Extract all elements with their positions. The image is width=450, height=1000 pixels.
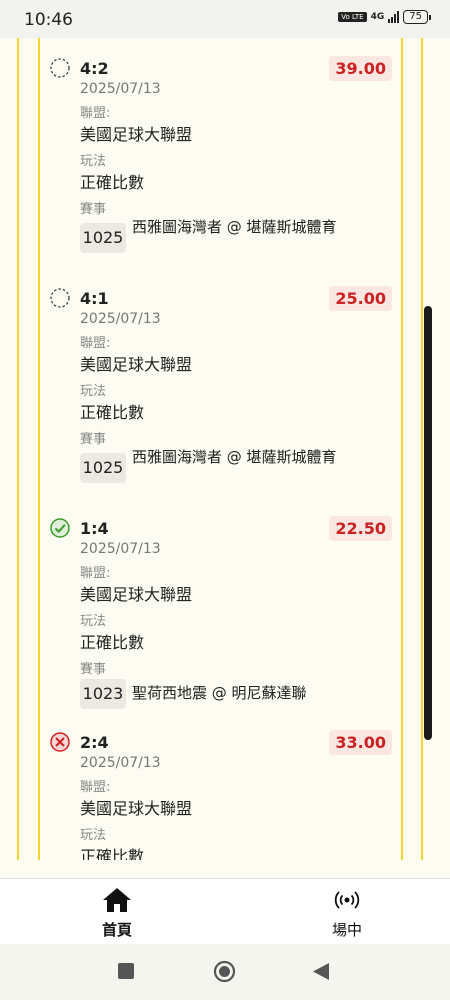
volte-icon: Vo LTE bbox=[338, 12, 367, 22]
back-icon[interactable] bbox=[312, 962, 330, 981]
play-value: 正確比數 bbox=[80, 173, 145, 192]
bet-date: 2025/07/13 bbox=[80, 81, 161, 97]
play-value: 正確比數 bbox=[80, 403, 145, 422]
bet-item[interactable]: 4:2 2025/07/13 39.00 聯盟: 美國足球大聯盟 玩法 正確比數… bbox=[50, 56, 392, 263]
status-time: 10:46 bbox=[24, 10, 73, 30]
bet-date: 2025/07/13 bbox=[80, 755, 161, 771]
x-circle-icon bbox=[50, 732, 70, 752]
battery-icon: 75 bbox=[403, 10, 431, 24]
bet-score: 2:4 bbox=[80, 733, 109, 752]
league-label: 聯盟: bbox=[80, 780, 111, 795]
league-label: 聯盟: bbox=[80, 336, 111, 351]
match-id-badge: 1023 bbox=[80, 679, 126, 709]
bet-score: 1:4 bbox=[80, 519, 109, 538]
signal-icon bbox=[388, 11, 400, 23]
battery-level: 75 bbox=[409, 11, 422, 22]
status-icons: Vo LTE 4G 75 bbox=[338, 10, 431, 24]
bottom-nav: 首頁 場中 bbox=[0, 878, 450, 945]
play-label: 玩法 bbox=[80, 154, 107, 169]
league-value: 美國足球大聯盟 bbox=[80, 799, 193, 818]
play-label: 玩法 bbox=[80, 828, 107, 843]
match-name: 西雅圖海灣者 @ 堪薩斯城體育 bbox=[132, 448, 337, 466]
rail-decoration bbox=[17, 38, 19, 860]
match-name: 西雅圖海灣者 @ 堪薩斯城體育 bbox=[132, 218, 337, 236]
scrollbar[interactable] bbox=[424, 306, 432, 740]
league-label: 聯盟: bbox=[80, 566, 111, 581]
status-bar: 10:46 Vo LTE 4G 75 bbox=[0, 0, 450, 38]
match-name: 聖荷西地震 @ 明尼蘇達聯 bbox=[132, 684, 307, 702]
play-value: 正確比數 bbox=[80, 847, 145, 860]
rail-decoration bbox=[38, 38, 40, 860]
odds-badge: 33.00 bbox=[329, 730, 392, 755]
bet-list: 4:2 2025/07/13 39.00 聯盟: 美國足球大聯盟 玩法 正確比數… bbox=[0, 38, 450, 860]
bet-date: 2025/07/13 bbox=[80, 311, 161, 327]
pending-status-icon bbox=[50, 58, 70, 78]
match-id-badge: 1025 bbox=[80, 223, 126, 253]
odds-badge: 22.50 bbox=[329, 516, 392, 541]
nav-live-label: 場中 bbox=[331, 921, 362, 939]
bet-item[interactable]: 2:4 2025/07/13 33.00 聯盟: 美國足球大聯盟 玩法 正確比數 bbox=[50, 730, 392, 860]
bet-score: 4:1 bbox=[80, 289, 109, 308]
broadcast-icon bbox=[334, 891, 360, 909]
match-label: 賽事 bbox=[80, 432, 107, 447]
league-value: 美國足球大聯盟 bbox=[80, 125, 193, 144]
nav-home[interactable]: 首頁 bbox=[77, 887, 157, 940]
odds-badge: 39.00 bbox=[329, 56, 392, 81]
rail-decoration bbox=[401, 38, 403, 860]
bet-item[interactable]: 1:4 2025/07/13 22.50 聯盟: 美國足球大聯盟 玩法 正確比數… bbox=[50, 516, 392, 709]
home-icon bbox=[103, 888, 131, 912]
home-button-icon[interactable] bbox=[213, 960, 236, 983]
play-label: 玩法 bbox=[80, 384, 107, 399]
pending-status-icon bbox=[50, 288, 70, 308]
league-value: 美國足球大聯盟 bbox=[80, 585, 193, 604]
odds-badge: 25.00 bbox=[329, 286, 392, 311]
league-value: 美國足球大聯盟 bbox=[80, 355, 193, 374]
check-circle-icon bbox=[50, 518, 70, 538]
system-nav-bar bbox=[0, 944, 450, 1000]
recents-icon[interactable] bbox=[117, 962, 135, 980]
network-type: 4G bbox=[370, 12, 385, 22]
bet-item[interactable]: 4:1 2025/07/13 25.00 聯盟: 美國足球大聯盟 玩法 正確比數… bbox=[50, 286, 392, 493]
play-label: 玩法 bbox=[80, 614, 107, 629]
bet-score: 4:2 bbox=[80, 59, 109, 78]
match-label: 賽事 bbox=[80, 202, 107, 217]
bet-date: 2025/07/13 bbox=[80, 541, 161, 557]
match-id-badge: 1025 bbox=[80, 453, 126, 483]
nav-live[interactable]: 場中 bbox=[307, 887, 387, 940]
match-label: 賽事 bbox=[80, 662, 107, 677]
league-label: 聯盟: bbox=[80, 106, 111, 121]
nav-home-label: 首頁 bbox=[101, 921, 132, 939]
play-value: 正確比數 bbox=[80, 633, 145, 652]
rail-decoration bbox=[421, 38, 423, 860]
